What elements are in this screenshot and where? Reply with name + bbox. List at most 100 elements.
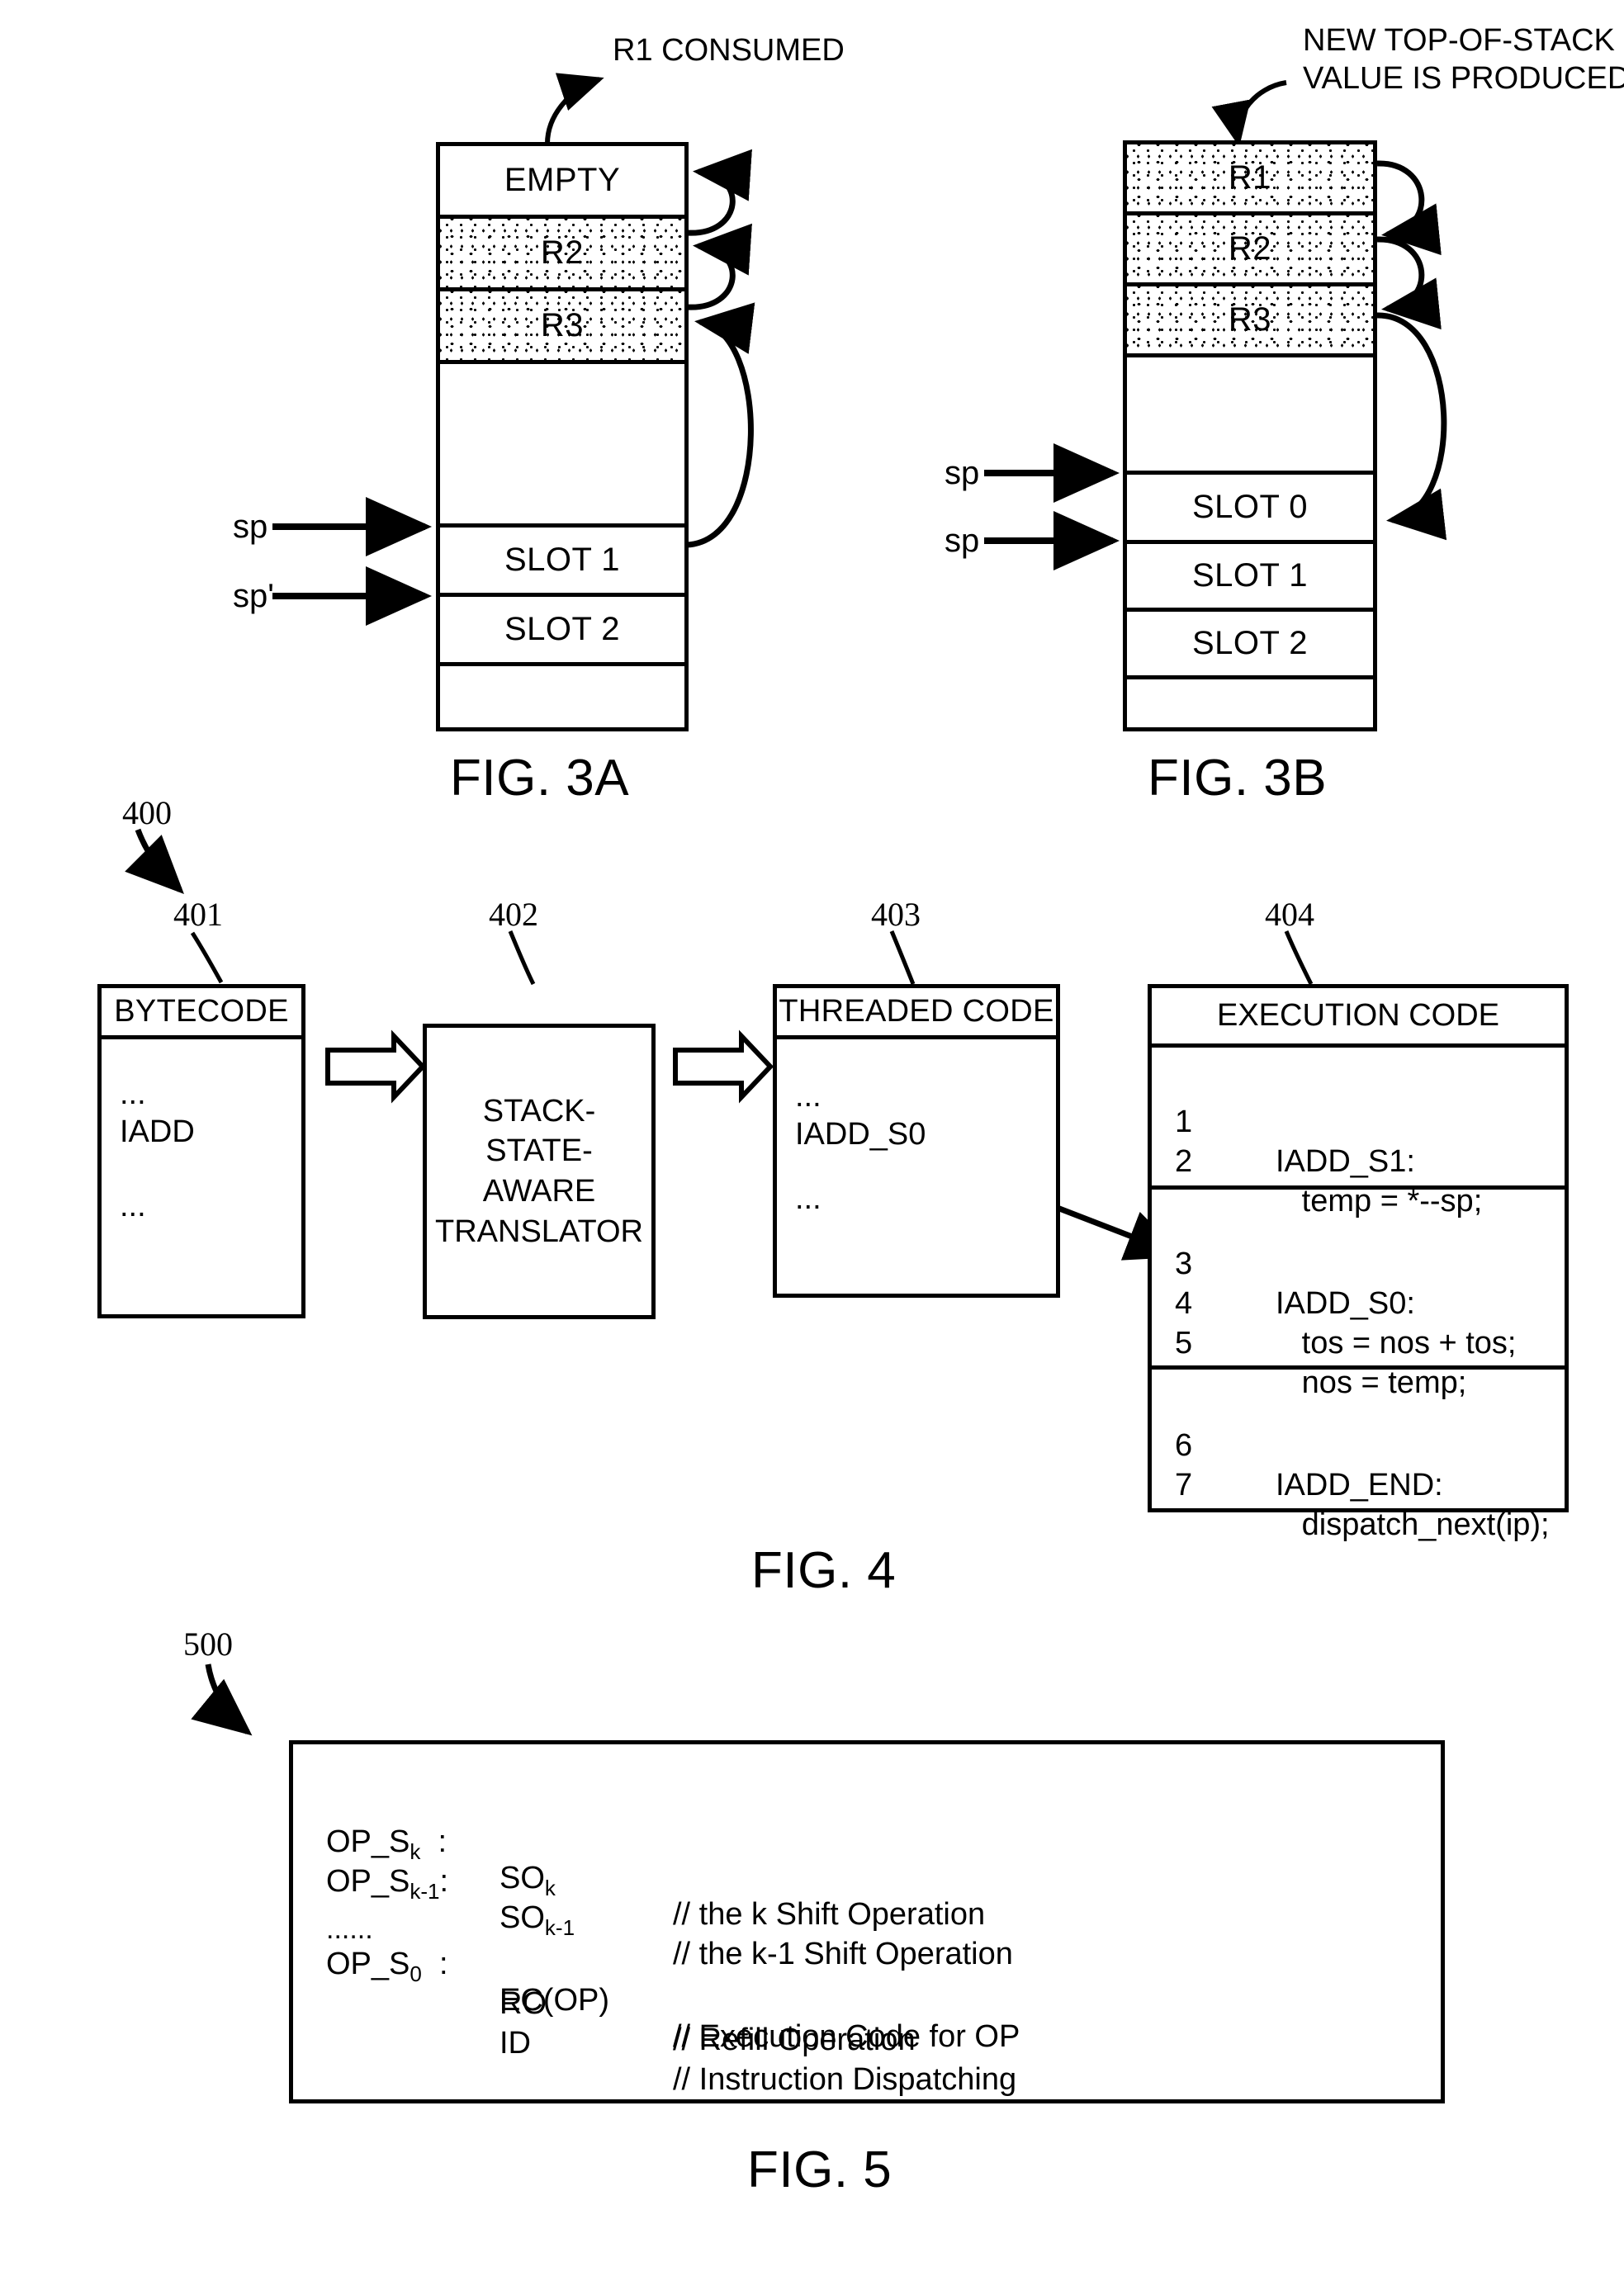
fig3b-row-4: SLOT 0 xyxy=(1127,475,1373,544)
fig5-row-1-lhs: OP_Sk-1: xyxy=(326,1864,449,1904)
fig4-ref-404: 404 xyxy=(1265,896,1314,933)
fig4-execution-row: 4 tos = nos + tos; xyxy=(1152,1244,1565,1360)
patent-drawing-sheet: R1 CONSUMED EMPTY R2 R3 SLOT 1 SLOT 2 sp… xyxy=(0,0,1624,2276)
fig3b-row-2: R3 xyxy=(1127,286,1373,357)
fig4-exec-line-code: IADD_END: xyxy=(1276,1468,1443,1502)
fig3b-annotation-leader xyxy=(1211,80,1287,147)
fig3a-row-4-label: SLOT 1 xyxy=(504,542,621,578)
fig3a-row-0-label: EMPTY xyxy=(504,162,621,198)
fig4-threaded-line-0: ... xyxy=(795,1079,821,1114)
fig3a-caption: FIG. 3A xyxy=(450,750,630,807)
fig4-execution-code-box: EXECUTION CODE 1 IADD_S1: 2 temp = *--sp… xyxy=(1148,984,1569,1542)
fig3a-row-2: R3 xyxy=(440,291,684,364)
fig4-bytecode-line-2: ... xyxy=(120,1189,146,1223)
fig4-bytecode-line-0: ... xyxy=(120,1076,146,1111)
fig4-execution-group-2: 6 IADD_END: 7 dispatch_next(ip); xyxy=(1152,1370,1565,1542)
fig4-bytecode-header: BYTECODE xyxy=(102,988,301,1039)
fig4-exec-line-code: dispatch_next(ip); xyxy=(1276,1507,1550,1542)
fig4-threaded-line-1: IADD_S0 xyxy=(795,1117,926,1152)
fig3b-stack-box: R1 R2 R3 SLOT 0 SLOT 1 SLOT 2 xyxy=(1123,140,1377,731)
fig3a-sp-prime-label: sp' xyxy=(233,578,274,614)
fig3a-annotation-label: R1 CONSUMED xyxy=(613,33,845,68)
fig3b-row-7 xyxy=(1127,679,1373,727)
fig3a-row-5-label: SLOT 2 xyxy=(504,611,621,647)
fig4-translator-line-0: STACK- xyxy=(482,1093,596,1129)
fig3a-sp-pointers xyxy=(272,497,432,626)
fig5-row-1-mid: SOk-1 xyxy=(500,1900,575,1940)
fig3b-sp-label-2: sp xyxy=(945,523,980,559)
fig3b-row-1: R2 xyxy=(1127,215,1373,286)
fig4-translator-line-2: AWARE xyxy=(482,1174,596,1209)
fig4-caption: FIG. 4 xyxy=(751,1542,897,1599)
fig4-translator-line-3: TRANSLATOR xyxy=(435,1214,643,1249)
fig4-ref400-leader xyxy=(125,828,184,894)
fig4-execution-row: 6 IADD_END: xyxy=(1152,1386,1565,1502)
fig5-row-4-comment: // Refill Operation xyxy=(673,2023,916,2057)
fig4-execution-row: 1 IADD_S1: xyxy=(1152,1062,1565,1179)
fig3a-annotation-leader xyxy=(545,73,604,144)
fig4-ref-401: 401 xyxy=(173,896,223,933)
fig4-exec-line-num: 7 xyxy=(1175,1468,1193,1502)
fig3b-caption: FIG. 3B xyxy=(1148,750,1328,807)
fig3a-shift-arrows xyxy=(686,149,755,548)
fig4-threaded-code-box: THREADED CODE ... IADD_S0 ... xyxy=(773,984,1060,1298)
fig3a-row-1-label: R2 xyxy=(540,234,585,271)
fig5-caption: FIG. 5 xyxy=(747,2141,892,2198)
fig3a-row-4: SLOT 1 xyxy=(440,528,684,597)
fig5-listing-box: OP_Sk : SOk // the k Shift Operation OP_… xyxy=(289,1740,1445,2103)
fig3a-row-3 xyxy=(440,364,684,528)
fig5-row-5: ID // Instruction Dispatching xyxy=(293,1989,1016,2097)
fig3b-sp-pointers xyxy=(984,443,1120,570)
fig3a-stack-box: EMPTY R2 R3 SLOT 1 SLOT 2 xyxy=(436,142,689,731)
fig4-translator-box: STACK- STATE- AWARE TRANSLATOR xyxy=(423,1024,656,1319)
fig5-row-0-comment: // the k Shift Operation xyxy=(673,1897,986,1932)
fig3b-row-0: R1 xyxy=(1127,144,1373,215)
fig5-ref500-leader xyxy=(191,1663,253,1736)
fig3a-row-0: EMPTY xyxy=(440,146,684,219)
fig3a-row-5: SLOT 2 xyxy=(440,597,684,666)
fig4-exec-line-num: 2 xyxy=(1175,1144,1193,1179)
fig5-row-0: OP_Sk : SOk // the k Shift Operation xyxy=(293,1787,985,1932)
fig3a-sp-label: sp xyxy=(233,509,268,545)
fig5-row-5-mid: ID xyxy=(500,2026,531,2061)
fig3b-annotation-line2: VALUE IS PRODUCED xyxy=(1303,61,1624,96)
fig3b-row-5: SLOT 1 xyxy=(1127,544,1373,612)
fig4-exec-line-code: tos = nos + tos; xyxy=(1276,1326,1517,1360)
fig3a-row-2-label: R3 xyxy=(540,307,585,343)
fig4-translator-text: STACK- STATE- AWARE TRANSLATOR xyxy=(427,1028,651,1315)
fig3b-row-5-label: SLOT 1 xyxy=(1191,557,1309,594)
fig4-exec-line-code: IADD_S1: xyxy=(1276,1144,1415,1179)
fig4-execution-row: 7 dispatch_next(ip); xyxy=(1152,1426,1565,1542)
fig3b-row-2-label: R3 xyxy=(1228,301,1272,338)
fig5-row-0-mid: SOk xyxy=(500,1861,556,1900)
fig3b-row-1-label: R2 xyxy=(1228,230,1272,267)
fig4-ref-402: 402 xyxy=(489,896,538,933)
fig3b-sp-label-1: sp xyxy=(945,455,980,491)
fig4-threaded-body: ... IADD_S0 ... xyxy=(777,1077,1056,1218)
fig3b-row-6-label: SLOT 2 xyxy=(1191,625,1309,661)
fig4-ref-400: 400 xyxy=(122,794,172,831)
fig4-execution-row: 2 temp = *--sp; xyxy=(1152,1102,1565,1218)
fig4-threaded-line-2: ... xyxy=(795,1181,821,1216)
fig5-row-3: OP_S0 : EC(OP) // Execution Code for OP xyxy=(293,1909,1020,2054)
fig4-block-arrow-2 xyxy=(673,1029,774,1104)
fig5-row-4-mid: RO xyxy=(500,1986,547,2021)
fig4-bytecode-box: BYTECODE ... IADD ... xyxy=(97,984,305,1318)
fig4-execution-row: 5 nos = temp; xyxy=(1152,1284,1565,1400)
fig4-translator-line-1: STATE- xyxy=(485,1133,593,1169)
fig4-execution-row: 3 IADD_S0: xyxy=(1152,1204,1565,1321)
fig3b-annotation-line1: NEW TOP-OF-STACK xyxy=(1303,23,1615,58)
fig4-execution-group-0: 1 IADD_S1: 2 temp = *--sp; xyxy=(1152,1048,1565,1218)
fig5-row-4: RO // Refill Operation xyxy=(293,1949,916,2057)
fig5-row-5-comment: // Instruction Dispatching xyxy=(673,2062,1017,2097)
fig5-ref-500: 500 xyxy=(183,1625,233,1663)
fig4-ref-403: 403 xyxy=(871,896,921,933)
fig4-ref-leaders xyxy=(190,930,1314,986)
fig3b-row-4-label: SLOT 0 xyxy=(1191,489,1309,525)
fig4-execution-group-1: 3 IADD_S0: 4 tos = nos + tos; 5 nos = te… xyxy=(1152,1190,1565,1400)
fig3a-row-1: R2 xyxy=(440,219,684,291)
fig4-exec-line-num: 5 xyxy=(1175,1326,1193,1360)
fig3a-row-6 xyxy=(440,666,684,727)
fig5-row-1: OP_Sk-1: SOk-1 // the k-1 Shift Operatio… xyxy=(293,1827,1013,1971)
fig3b-row-3 xyxy=(1127,357,1373,475)
